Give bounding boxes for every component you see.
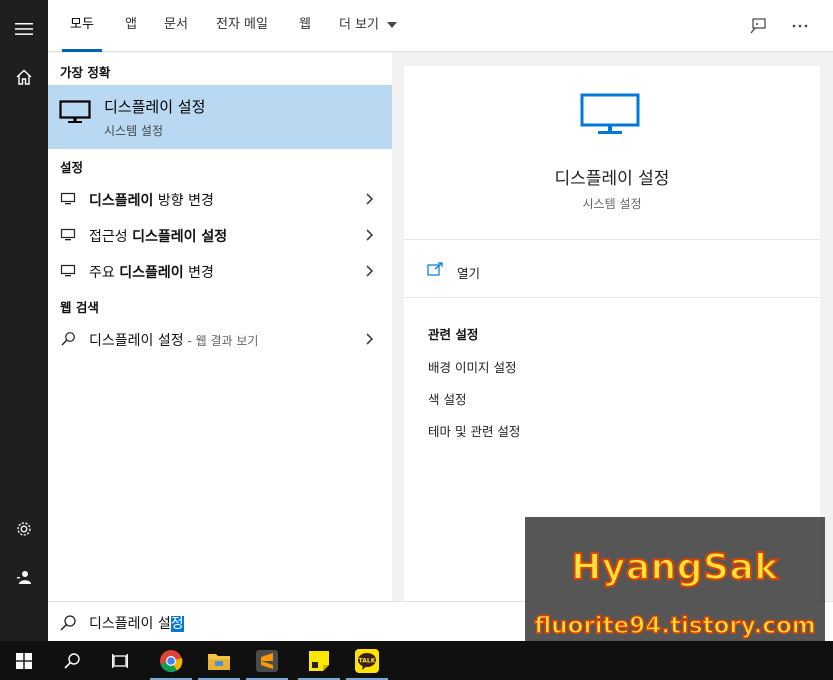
tab-email[interactable]: 전자 메일 [216, 0, 268, 52]
tab-documents[interactable]: 문서 [164, 0, 188, 52]
sticky-notes-icon[interactable] [295, 641, 343, 680]
related-link-theme[interactable]: 테마 및 관련 설정 [428, 421, 520, 440]
best-match-title: 디스플레이 설정 [104, 98, 206, 116]
chevron-right-icon[interactable] [361, 227, 377, 243]
feedback-icon[interactable] [746, 14, 770, 38]
caret-down-icon [387, 0, 398, 50]
tab-web[interactable]: 웹 [299, 0, 311, 52]
best-match-item[interactable]: 디스플레이 설정 시스템 설정 [48, 85, 392, 149]
settings-item-accessibility-display[interactable]: 접근성 디스플레이 설정 [48, 217, 392, 253]
tab-apps[interactable]: 앱 [125, 0, 137, 52]
results-list: 가장 정확 디스플레이 설정 시스템 설정 설정 디스플레이 방향 변경 접근성… [48, 53, 392, 601]
section-best-match: 가장 정확 [60, 65, 111, 80]
svg-text:TALK: TALK [359, 657, 376, 664]
chevron-right-icon[interactable] [361, 191, 377, 207]
watermark-url: fluorite94.tistory.com [533, 612, 816, 640]
gear-icon[interactable] [0, 509, 48, 549]
windows-start-icon[interactable] [0, 641, 48, 680]
preview-title: 디스플레이 설정 [554, 169, 670, 189]
task-view-icon[interactable] [96, 641, 144, 680]
filter-tabs: 모두 앱 문서 전자 메일 웹 더 보기 [48, 0, 833, 52]
left-rail [0, 0, 48, 641]
monitor-icon [60, 227, 76, 243]
search-typed-text: 디스플레이 설 [89, 616, 171, 632]
search-icon [59, 614, 77, 632]
watermark-title: HyangSak [570, 546, 779, 589]
settings-item-label: 접근성 디스플레이 설정 [89, 229, 228, 245]
section-web-search: 웹 검색 [60, 300, 99, 315]
taskbar: TALK [0, 641, 833, 680]
preview-subtitle: 시스템 설정 [582, 197, 642, 211]
more-options-icon[interactable] [788, 14, 812, 38]
open-label: 열기 [457, 266, 481, 281]
section-settings: 설정 [60, 160, 84, 175]
chevron-right-icon[interactable] [361, 331, 377, 347]
preview-header: 디스플레이 설정 시스템 설정 [404, 66, 820, 240]
web-search-label: 디스플레이 설정 - 웹 결과 보기 [89, 333, 259, 349]
monitor-icon [580, 93, 640, 139]
monitor-icon [59, 100, 91, 128]
monitor-icon [60, 263, 76, 279]
related-link-color[interactable]: 색 설정 [428, 389, 466, 408]
related-link-background[interactable]: 배경 이미지 설정 [428, 357, 516, 376]
tab-more[interactable]: 더 보기 [339, 0, 398, 52]
tab-all[interactable]: 모두 [62, 0, 102, 52]
web-search-item[interactable]: 디스플레이 설정 - 웹 결과 보기 [48, 321, 392, 357]
file-explorer-icon[interactable] [195, 641, 243, 680]
related-settings-heading: 관련 설정 [428, 327, 479, 342]
chrome-icon[interactable] [147, 641, 195, 680]
home-icon[interactable] [0, 57, 48, 97]
sublime-text-icon[interactable] [243, 641, 291, 680]
settings-item-label: 주요 디스플레이 변경 [89, 265, 214, 281]
search-icon[interactable] [48, 641, 96, 680]
kakaotalk-icon[interactable]: TALK [343, 641, 391, 680]
chevron-right-icon[interactable] [361, 263, 377, 279]
open-icon [427, 261, 443, 280]
settings-item-label: 디스플레이 방향 변경 [89, 193, 214, 209]
tab-more-label: 더 보기 [339, 17, 380, 33]
search-icon [60, 331, 76, 347]
open-action[interactable]: 열기 [404, 241, 820, 298]
search-input[interactable]: 디스플레이 설정 [89, 613, 184, 633]
hamburger-icon[interactable] [0, 9, 48, 49]
search-selected-text: 정 [170, 616, 184, 632]
monitor-icon [60, 191, 76, 207]
settings-item-main-display[interactable]: 주요 디스플레이 변경 [48, 253, 392, 289]
user-icon[interactable] [0, 557, 48, 597]
best-match-subtitle: 시스템 설정 [104, 124, 164, 138]
settings-item-display-orientation[interactable]: 디스플레이 방향 변경 [48, 181, 392, 217]
